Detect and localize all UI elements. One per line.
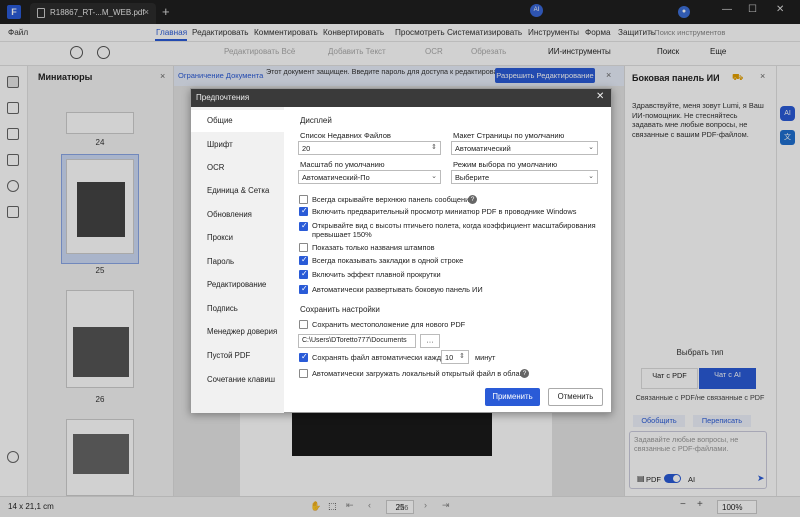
page-layout-label: Макет Страницы по умолчанию [453,131,565,140]
smooth-scroll-checkbox[interactable] [299,269,308,279]
save-path-value: C:\Users\DToretto777\Documents [302,337,407,344]
auto-expand-ai-label: Автоматически развертывать боковую панел… [312,285,483,294]
nav-trust-manager[interactable]: Менеджер доверия [191,321,284,343]
smooth-scroll-label: Включить эффект плавной прокрутки [312,270,441,279]
select-mode-select[interactable]: Выберите ⌄ [451,170,598,184]
stepper-icon[interactable]: ⇕ [459,352,465,360]
apply-button[interactable]: Применить [485,388,540,406]
nav-proxy[interactable]: Прокси [191,227,284,249]
select-mode-label: Режим выбора по умолчанию [453,160,558,169]
dialog-close-icon[interactable]: ✕ [596,91,604,102]
recent-files-stepper[interactable]: 20 ⇕ [298,141,441,155]
thumbnail-preview-checkbox[interactable] [299,206,308,216]
thumbnail-preview-label: Включить предварительный просмотр миниат… [312,207,577,216]
nav-password[interactable]: Пароль [191,251,284,273]
page-layout-value: Автоматический [455,144,511,153]
recent-files-label: Список Недавних Файлов [300,131,391,140]
auto-expand-ai-checkbox[interactable] [299,284,308,294]
zoom-default-value: Автоматический-По [302,173,370,182]
birds-eye-checkbox[interactable] [299,221,308,231]
nav-updates[interactable]: Обновления [191,204,284,226]
autosave-minutes-stepper[interactable]: 10 ⇕ [441,350,469,364]
preferences-nav: Общие Шрифт OCR Единица & Сетка Обновлен… [191,107,284,413]
nav-blank-pdf[interactable]: Пустой PDF [191,345,284,367]
bookmarks-one-line-checkbox[interactable] [299,255,308,265]
nav-editing[interactable]: Редактирование [191,274,284,296]
nav-ocr[interactable]: OCR [191,157,284,179]
zoom-default-label: Масштаб по умолчанию [300,160,385,169]
autosave-label: Сохранять файл автоматически каждые [312,353,451,362]
autosave-checkbox[interactable] [299,352,308,362]
autosave-unit: минут [475,353,496,362]
nav-signature[interactable]: Подпись [191,298,284,320]
nav-general[interactable]: Общие [191,110,284,132]
select-mode-value: Выберите [455,173,490,182]
cloud-upload-checkbox[interactable] [299,369,308,378]
help-icon[interactable]: ? [468,195,477,204]
dialog-header: Предпочтения ✕ [191,89,611,107]
save-location-checkbox[interactable] [299,320,308,329]
cloud-upload-label: Автоматически загружать локальный открыт… [312,369,530,378]
save-section-title: Сохранить настройки [300,305,380,314]
hide-top-panel-label: Всегда скрывайте верхнюю панель сообщени… [312,195,474,204]
chevron-down-icon: ⌄ [588,173,594,180]
display-section-title: Дисплей [300,116,332,125]
page-layout-select[interactable]: Автоматический ⌄ [451,141,598,155]
stamp-names-checkbox[interactable] [299,243,308,252]
dialog-title: Предпочтения [196,93,250,102]
chevron-down-icon: ⌄ [431,173,437,180]
birds-eye-label: Открывайте вид с высоты птичьего полета,… [312,221,596,239]
hide-top-panel-checkbox[interactable] [299,195,308,204]
chevron-down-icon: ⌄ [588,144,594,151]
zoom-default-select[interactable]: Автоматический-По ⌄ [298,170,441,184]
recent-files-value: 20 [302,144,311,153]
autosave-minutes-value: 10 [445,353,454,362]
stamp-names-label: Показать только названия штампов [312,243,435,252]
browse-button[interactable]: ··· [420,334,440,348]
save-path-input[interactable]: C:\Users\DToretto777\Documents [298,334,416,348]
nav-shortcuts[interactable]: Сочетание клавиш [191,369,284,391]
preferences-dialog: Предпочтения ✕ Общие Шрифт OCR Единица &… [190,88,612,413]
nav-font[interactable]: Шрифт [191,134,284,156]
save-location-label: Сохранить местоположение для нового PDF [312,320,466,329]
help-icon[interactable]: ? [520,369,529,378]
stepper-icon[interactable]: ⇕ [431,143,437,151]
nav-units-grid[interactable]: Единица & Сетка [191,180,284,202]
cancel-button[interactable]: Отменить [548,388,603,406]
bookmarks-one-line-label: Всегда показывать закладки в одной строк… [312,256,464,265]
